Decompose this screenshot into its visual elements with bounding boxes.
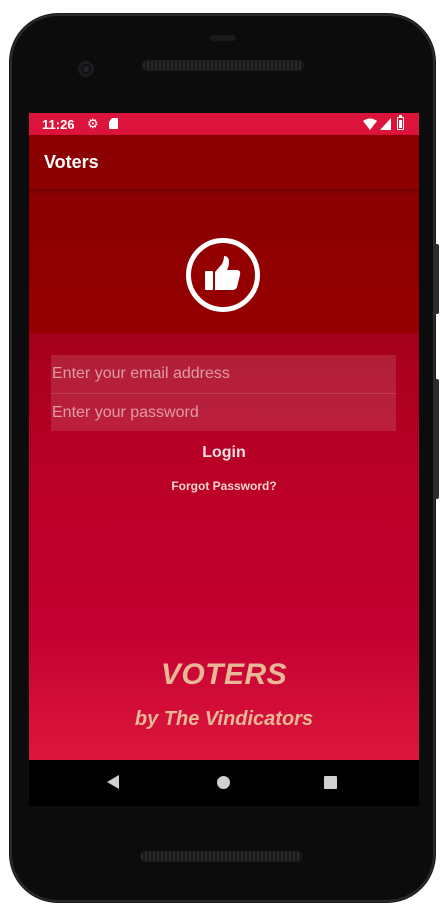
app-title: Voters bbox=[44, 152, 99, 172]
wifi-icon bbox=[363, 118, 377, 130]
gear-icon: ⚙ bbox=[87, 116, 99, 131]
front-camera bbox=[78, 61, 94, 77]
forgot-password-link[interactable]: Forgot Password? bbox=[29, 479, 419, 493]
battery-icon bbox=[397, 115, 404, 130]
recents-icon[interactable] bbox=[324, 776, 337, 789]
thumbs-up-icon bbox=[186, 238, 260, 312]
login-body: Login Forgot Password? VOTERS by The Vin… bbox=[29, 333, 419, 760]
earpiece-speaker bbox=[143, 61, 303, 70]
app-bar: Voters bbox=[29, 135, 419, 189]
top-notch bbox=[210, 35, 236, 41]
status-bar: 11:26 ⚙ bbox=[29, 113, 419, 135]
sd-card-icon bbox=[109, 118, 118, 129]
login-form bbox=[51, 355, 396, 431]
password-field[interactable] bbox=[51, 393, 396, 431]
app-screen: 11:26 ⚙ Voters Login Forgot Password? VO… bbox=[29, 113, 419, 760]
back-icon[interactable] bbox=[107, 775, 119, 789]
login-button[interactable]: Login bbox=[171, 440, 277, 466]
bottom-speaker bbox=[141, 852, 301, 861]
brand-subtitle: by The Vindicators bbox=[134, 708, 314, 730]
brand-title: VOTERS bbox=[160, 658, 288, 691]
header-area bbox=[29, 189, 419, 333]
status-time: 11:26 bbox=[42, 117, 75, 132]
home-icon[interactable] bbox=[217, 776, 230, 789]
thumbs-up-glyph bbox=[205, 256, 241, 290]
volume-button bbox=[435, 379, 439, 499]
email-field[interactable] bbox=[51, 355, 396, 393]
signal-icon bbox=[380, 118, 391, 130]
power-button bbox=[435, 244, 439, 314]
system-nav-bar bbox=[29, 760, 419, 806]
